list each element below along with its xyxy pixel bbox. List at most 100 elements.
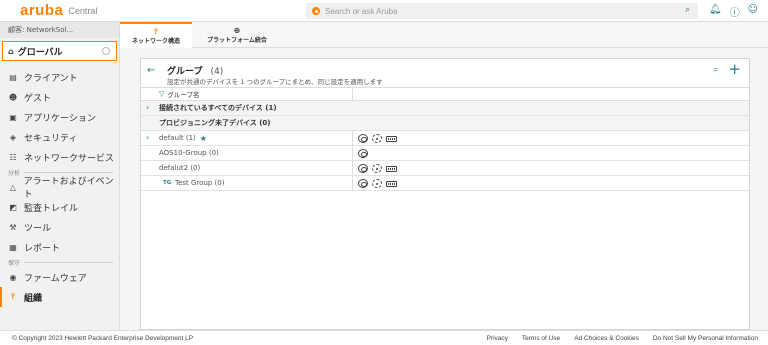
panel-subtitle: 設定が共通のデバイスを 1 つのグループにまとめ、同じ設定を適用します xyxy=(167,78,383,86)
sidebar-item-audit-trail[interactable]: ◩ 監査トレイル xyxy=(0,197,119,217)
gateway-icon xyxy=(372,163,382,173)
sidebar-item-applications[interactable]: ▣ アプリケーション xyxy=(0,107,119,127)
reports-icon: ▦ xyxy=(9,242,17,252)
sidebar-item-security[interactable]: ◈ セキュリティ xyxy=(0,127,119,147)
applications-icon: ▣ xyxy=(9,112,17,122)
switch-icon xyxy=(386,180,397,187)
footer-link-do-not-sell[interactable]: Do Not Sell My Personal Information xyxy=(653,335,758,342)
add-group-icon[interactable]: + xyxy=(728,62,741,77)
aruba-logo[interactable]: aruba xyxy=(20,2,63,19)
column-header-group-name[interactable]: ▽ グループ名 xyxy=(141,88,353,100)
sidebar-item-label: ゲスト xyxy=(24,93,52,104)
audit-trail-icon: ◩ xyxy=(9,202,17,212)
network-services-icon: ☷ xyxy=(9,152,17,162)
gateway-icon xyxy=(372,133,382,143)
help-icon[interactable]: ⓘ xyxy=(730,4,740,19)
firmware-icon: ◉ xyxy=(9,272,17,282)
notification-bell-icon[interactable]: 🔔︎ xyxy=(709,4,722,19)
tab-label: プラットフォーム統合 xyxy=(207,37,267,44)
sidebar-item-label: ファームウェア xyxy=(24,273,87,284)
footer-link-terms[interactable]: Terms of Use xyxy=(522,335,560,342)
groups-panel: ← グループ (4) 設定が共通のデバイスを 1 つのグループにまとめ、同じ設定を… xyxy=(140,58,750,330)
user-icon[interactable]: ☺ xyxy=(748,4,758,19)
sidebar-item-label: ツール xyxy=(24,223,52,234)
guests-icon: ☻ xyxy=(8,92,18,102)
sub-tabs: ⫯ ネットワーク構造 ⊕ プラットフォーム統合 xyxy=(120,22,768,48)
table-row[interactable]: defalut2 (0) xyxy=(141,161,749,176)
unprovisioned-label: プロビジョニング未了デバイス (0) xyxy=(159,119,271,127)
section-maintenance: 保守 xyxy=(0,257,119,267)
sidebar-item-firmware[interactable]: ◉ ファームウェア xyxy=(0,267,119,287)
sidebar-item-reports[interactable]: ▦ レポート xyxy=(0,237,119,257)
table-row[interactable]: AOS10-Group (0) xyxy=(141,146,749,161)
all-devices-label: 接続されているすべてのデバイス (1) xyxy=(159,104,277,112)
access-point-icon xyxy=(358,148,368,158)
sidebar-item-guests[interactable]: ☻ ゲスト xyxy=(0,87,119,107)
group-name: default (1) xyxy=(159,134,196,142)
global-label: グローバル xyxy=(17,47,63,58)
group-name: AOS10-Group (0) xyxy=(159,149,219,157)
sidebar-item-label: アラートおよびイベント xyxy=(23,177,114,200)
context-ring-icon xyxy=(102,47,110,55)
global-selector[interactable]: ⌂ グローバル xyxy=(2,41,117,61)
shield-icon: ◈ xyxy=(9,132,17,142)
top-bar: aruba Central Search or ask Aruba ⌕ 🔔︎ ⓘ… xyxy=(0,0,768,22)
groups-table: ▽ グループ名 › 接続されているすべてのデバイス (1) プロビジョニング未了デ… xyxy=(141,87,749,191)
group-name: Test Group (0) xyxy=(175,179,225,187)
sidebar-item-label: 監査トレイル xyxy=(24,203,79,214)
product-name: Central xyxy=(68,5,98,16)
footer: © Copyright 2023 Hewlett Packard Enterpr… xyxy=(0,330,768,345)
panel-actions: ⌕ + xyxy=(713,62,741,77)
sidebar-item-label: セキュリティ xyxy=(24,133,78,144)
tab-platform-integration[interactable]: ⊕ プラットフォーム統合 xyxy=(192,22,282,48)
template-group-badge: TG xyxy=(163,180,172,186)
top-icons: 🔔︎ ⓘ ☺ xyxy=(709,4,758,19)
table-row[interactable]: › default (1) ★ xyxy=(141,131,749,146)
access-point-icon xyxy=(358,163,368,173)
column-header-label: グループ名 xyxy=(167,91,200,99)
search-icon[interactable]: ⌕ xyxy=(713,65,718,75)
sidebar-item-network-services[interactable]: ☷ ネットワークサービス xyxy=(0,147,119,167)
sidebar-item-alerts[interactable]: △ アラートおよびイベント xyxy=(0,177,119,200)
wrench-icon: ⚒ xyxy=(9,222,17,232)
tab-label: ネットワーク構造 xyxy=(131,38,180,45)
switch-icon xyxy=(386,135,397,142)
table-row-all-devices[interactable]: › 接続されているすべてのデバイス (1) xyxy=(141,101,749,116)
organization-icon: ⫯ xyxy=(11,292,15,301)
left-sidebar: 顧客: NetworkSol... ⌂ グローバル ▤ クライアント ☻ ゲスト ▣… xyxy=(0,22,120,330)
switch-icon xyxy=(386,165,397,172)
footer-link-ad-choices[interactable]: Ad Choices & Cookies xyxy=(574,335,639,342)
sidebar-item-label: レポート xyxy=(24,243,61,254)
globe-icon: ⊕ xyxy=(233,26,241,35)
table-row-unprovisioned[interactable]: プロビジョニング未了デバイス (0) xyxy=(141,116,749,131)
sidebar-item-label: ネットワークサービス xyxy=(24,153,115,164)
clients-icon: ▤ xyxy=(9,72,17,82)
sidebar-item-label: 組織 xyxy=(24,293,43,304)
bell-icon: △ xyxy=(9,182,16,192)
network-structure-icon: ⫯ xyxy=(154,27,158,36)
column-header-devices xyxy=(353,88,749,100)
back-arrow-icon[interactable]: ← xyxy=(147,65,155,76)
sidebar-item-organization[interactable]: ⫯ 組織 xyxy=(0,287,119,307)
search-placeholder: Search or ask Aruba xyxy=(325,6,398,16)
footer-links: Privacy Terms of Use Ad Choices & Cookie… xyxy=(487,335,758,342)
search-input[interactable]: Search or ask Aruba ⌕ xyxy=(306,3,698,19)
sidebar-item-tools[interactable]: ⚒ ツール xyxy=(0,217,119,237)
table-header: ▽ グループ名 xyxy=(141,87,749,101)
tab-network-structure[interactable]: ⫯ ネットワーク構造 xyxy=(120,22,192,48)
customer-label[interactable]: 顧客: NetworkSol... xyxy=(0,22,119,38)
home-icon: ⌂ xyxy=(8,46,14,56)
sidebar-item-label: アプリケーション xyxy=(24,113,96,124)
search-icon[interactable]: ⌕ xyxy=(685,5,690,15)
groups-panel-header: ← グループ (4) 設定が共通のデバイスを 1 つのグループにまとめ、同じ設定を… xyxy=(141,59,749,87)
aruba-search-icon xyxy=(312,7,320,15)
default-star-icon: ★ xyxy=(199,133,207,143)
access-point-icon xyxy=(358,178,368,188)
footer-link-privacy[interactable]: Privacy xyxy=(487,335,508,342)
sidebar-item-clients[interactable]: ▤ クライアント xyxy=(0,67,119,87)
access-point-icon xyxy=(358,133,368,143)
copyright-text: © Copyright 2023 Hewlett Packard Enterpr… xyxy=(12,334,194,342)
table-row[interactable]: TG Test Group (0) xyxy=(141,176,749,191)
gateway-icon xyxy=(372,178,382,188)
filter-icon[interactable]: ▽ xyxy=(159,90,164,98)
